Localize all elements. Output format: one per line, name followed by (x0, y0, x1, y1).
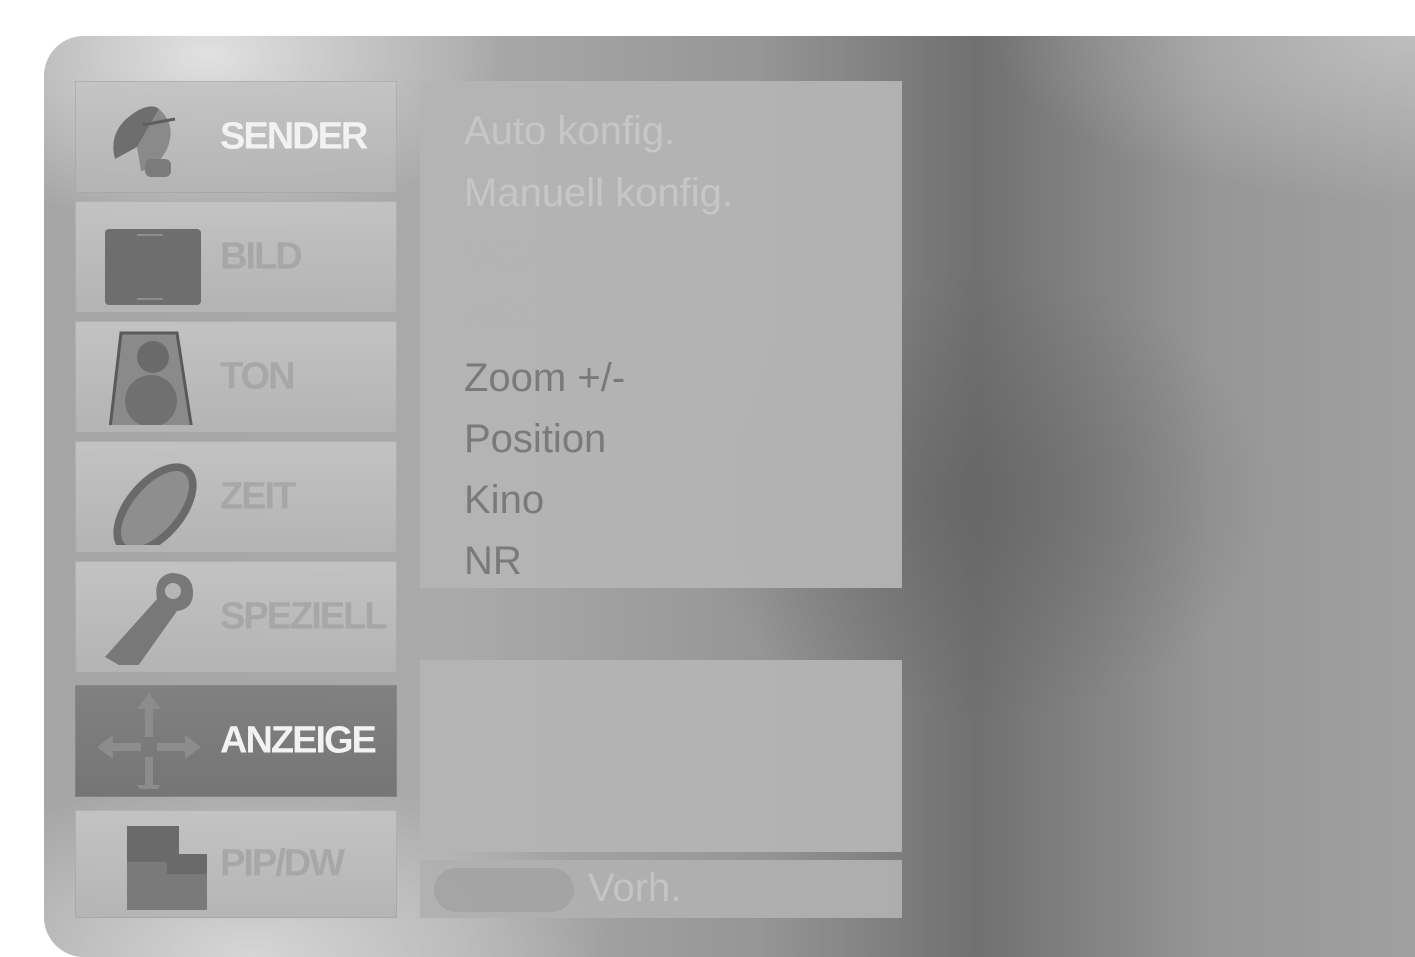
submenu-item-nr[interactable]: NR (464, 539, 522, 584)
help-bar: Vorh. (420, 860, 902, 918)
speaker-icon (108, 331, 193, 425)
submenu-item-vga-modus[interactable]: VGA Modus (464, 233, 677, 278)
menu-label-sender: SENDER (220, 115, 368, 158)
submenu-panel: Auto konfig. Manuell konfig. VGA Modus A… (420, 81, 902, 588)
menu-label-anzeige: ANZEIGE (220, 719, 377, 762)
menu-item-speziell[interactable]: SPEZIELL (75, 561, 397, 673)
help-panel (420, 660, 902, 852)
menu-label-bild: BILD (220, 235, 303, 278)
back-label: Vorh. (588, 866, 682, 910)
menu-item-ton[interactable]: TON (75, 321, 397, 433)
submenu-item-arc[interactable]: ARC (464, 294, 548, 339)
menu-item-bild[interactable]: BILD (75, 201, 397, 313)
submenu-item-position[interactable]: Position (464, 417, 606, 462)
submenu-item-auto-konfig[interactable]: Auto konfig. (464, 109, 675, 154)
submenu-item-zoom[interactable]: Zoom +/- (464, 356, 625, 401)
menu-item-sender[interactable]: SENDER (75, 81, 397, 193)
picture-icon (105, 229, 201, 305)
menu-label-pip-dw: PIP/DW (220, 842, 345, 885)
back-key-indicator (434, 868, 574, 912)
menu-label-ton: TON (220, 355, 296, 398)
submenu-item-manuell-konfig[interactable]: Manuell konfig. (464, 171, 733, 216)
submenu-item-kino[interactable]: Kino (464, 478, 544, 523)
satellite-dish-icon (113, 106, 176, 177)
clock-icon (113, 463, 197, 545)
menu-item-zeit[interactable]: ZEIT (75, 441, 397, 553)
move-arrows-icon (97, 693, 201, 789)
menu-label-speziell: SPEZIELL (220, 595, 388, 638)
menu-item-anzeige[interactable]: ANZEIGE (75, 685, 397, 797)
pip-windows-icon (127, 826, 207, 910)
menu-item-pip-dw[interactable]: PIP/DW (75, 810, 397, 918)
menu-label-zeit: ZEIT (220, 475, 296, 518)
key-tag-icon (105, 573, 193, 665)
